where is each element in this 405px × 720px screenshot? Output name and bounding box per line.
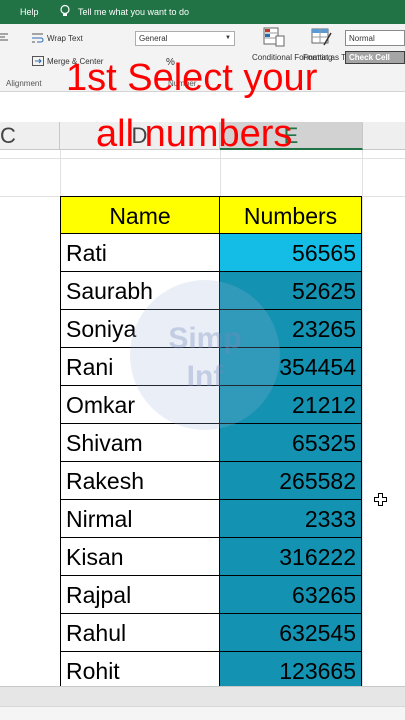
header-cell-numbers[interactable]: Numbers — [220, 196, 362, 234]
watermark-text-2: Inf — [186, 360, 224, 393]
cell-style-normal[interactable]: Normal — [345, 30, 405, 46]
excel-window: Help Tell me what you want to do Wrap Te… — [0, 0, 405, 720]
group-label-alignment: Alignment — [6, 79, 42, 88]
chevron-down-icon: ▼ — [225, 35, 231, 41]
worksheet[interactable]: C D E Name Numbers Rati 56565 Saurabh 52625… — [0, 92, 405, 690]
merge-center-icon — [32, 56, 44, 66]
ribbon-tab-bar: Help Tell me what you want to do — [0, 0, 405, 24]
name-cell[interactable]: Shivam — [60, 424, 220, 462]
align-icon — [0, 33, 8, 41]
number-format-value: General — [139, 34, 168, 43]
name-cell[interactable]: Rakesh — [60, 462, 220, 500]
number-cell[interactable]: 632545 — [220, 614, 362, 652]
wrap-text-button[interactable]: Wrap Text — [47, 34, 83, 43]
active-number-cell[interactable]: 56565 — [220, 234, 362, 272]
gridline — [362, 150, 363, 686]
column-header-c[interactable]: C — [0, 122, 60, 150]
name-cell[interactable]: Kisan — [60, 538, 220, 576]
name-cell[interactable]: Nirmal — [60, 500, 220, 538]
gridline — [0, 158, 405, 159]
number-format-dropdown[interactable]: General ▼ — [135, 31, 235, 46]
cell-style-check-cell[interactable]: Check Cell — [345, 51, 405, 64]
name-cell[interactable]: Rajpal — [60, 576, 220, 614]
status-bar — [0, 706, 405, 720]
number-cell[interactable]: 265582 — [220, 462, 362, 500]
plus-cursor-icon — [374, 493, 387, 506]
wrap-text-icon — [32, 33, 44, 43]
sheet-tab-bar[interactable] — [0, 686, 405, 706]
tab-help[interactable]: Help — [20, 7, 39, 17]
instruction-line-2: all numbers — [96, 113, 293, 155]
lightbulb-icon — [60, 4, 70, 16]
watermark-text-1: Simp — [168, 322, 242, 355]
number-cell[interactable]: 123665 — [220, 652, 362, 690]
name-cell[interactable]: Rohit — [60, 652, 220, 690]
header-cell-name[interactable]: Name — [60, 196, 220, 234]
column-header-f[interactable] — [363, 122, 405, 150]
number-cell[interactable]: 63265 — [220, 576, 362, 614]
instruction-line-1: 1st Select your — [66, 57, 318, 99]
watermark-logo: Simp Inf — [130, 280, 280, 430]
conditional-formatting-icon — [263, 27, 285, 47]
name-cell[interactable]: Rahul — [60, 614, 220, 652]
number-cell[interactable]: 2333 — [220, 500, 362, 538]
number-cell[interactable]: 65325 — [220, 424, 362, 462]
number-cell[interactable]: 316222 — [220, 538, 362, 576]
tell-me-search[interactable]: Tell me what you want to do — [78, 7, 189, 17]
format-as-table-icon — [311, 28, 332, 46]
name-cell[interactable]: Rati — [60, 234, 220, 272]
